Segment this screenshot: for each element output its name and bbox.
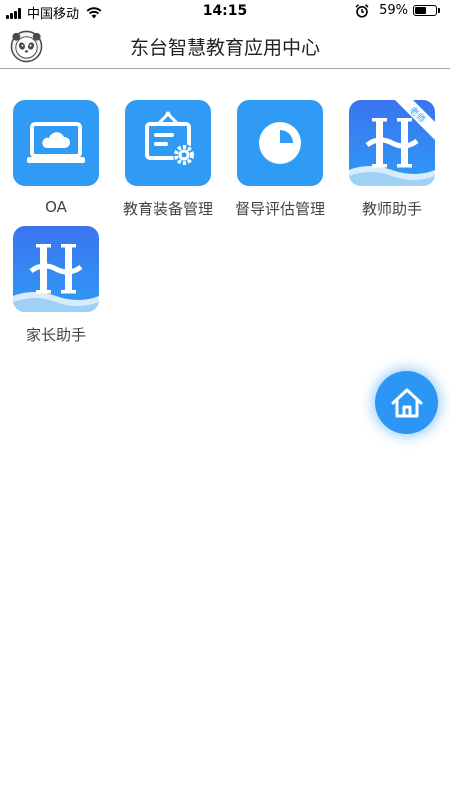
equipment-board-icon[interactable] xyxy=(125,100,211,186)
h-logo-icon[interactable]: 老师 xyxy=(349,100,435,186)
app-item-equipment[interactable]: 教育装备管理 xyxy=(112,100,224,219)
app-item-teacher-assistant[interactable]: 老师 教师助手 xyxy=(336,100,448,219)
battery-tip xyxy=(438,8,440,13)
battery-fill xyxy=(415,7,426,14)
h-logo-icon[interactable] xyxy=(13,226,99,312)
battery-percent: 59% xyxy=(379,3,408,18)
pie-chart-icon[interactable] xyxy=(237,100,323,186)
status-bar: 中国移动 14:15 59% xyxy=(0,0,450,24)
app-label: 教育装备管理 xyxy=(122,200,213,218)
app-label: 教师助手 xyxy=(361,200,422,218)
app-item-parent-assistant[interactable]: 家长助手 xyxy=(0,226,112,345)
page-title: 东台智慧教育应用中心 xyxy=(129,37,320,59)
laptop-cloud-icon[interactable] xyxy=(13,100,99,186)
status-right: 59% xyxy=(355,3,440,18)
battery-icon xyxy=(413,5,437,16)
home-icon xyxy=(391,388,422,417)
app-label: 家长助手 xyxy=(25,326,86,344)
app-label: 督导评估管理 xyxy=(234,200,325,218)
header-bar: 东台智慧教育应用中心 xyxy=(0,24,450,69)
app-item-supervision[interactable]: 督导评估管理 xyxy=(224,100,336,219)
app-label: OA xyxy=(45,198,67,216)
app-item-oa[interactable]: OA xyxy=(0,100,112,216)
alarm-icon xyxy=(355,3,369,18)
app-screen: 中国移动 14:15 59% 东台智慧教育应用中心 OA 教育装备管理 督导评估… xyxy=(0,0,450,800)
home-button[interactable] xyxy=(375,371,438,434)
